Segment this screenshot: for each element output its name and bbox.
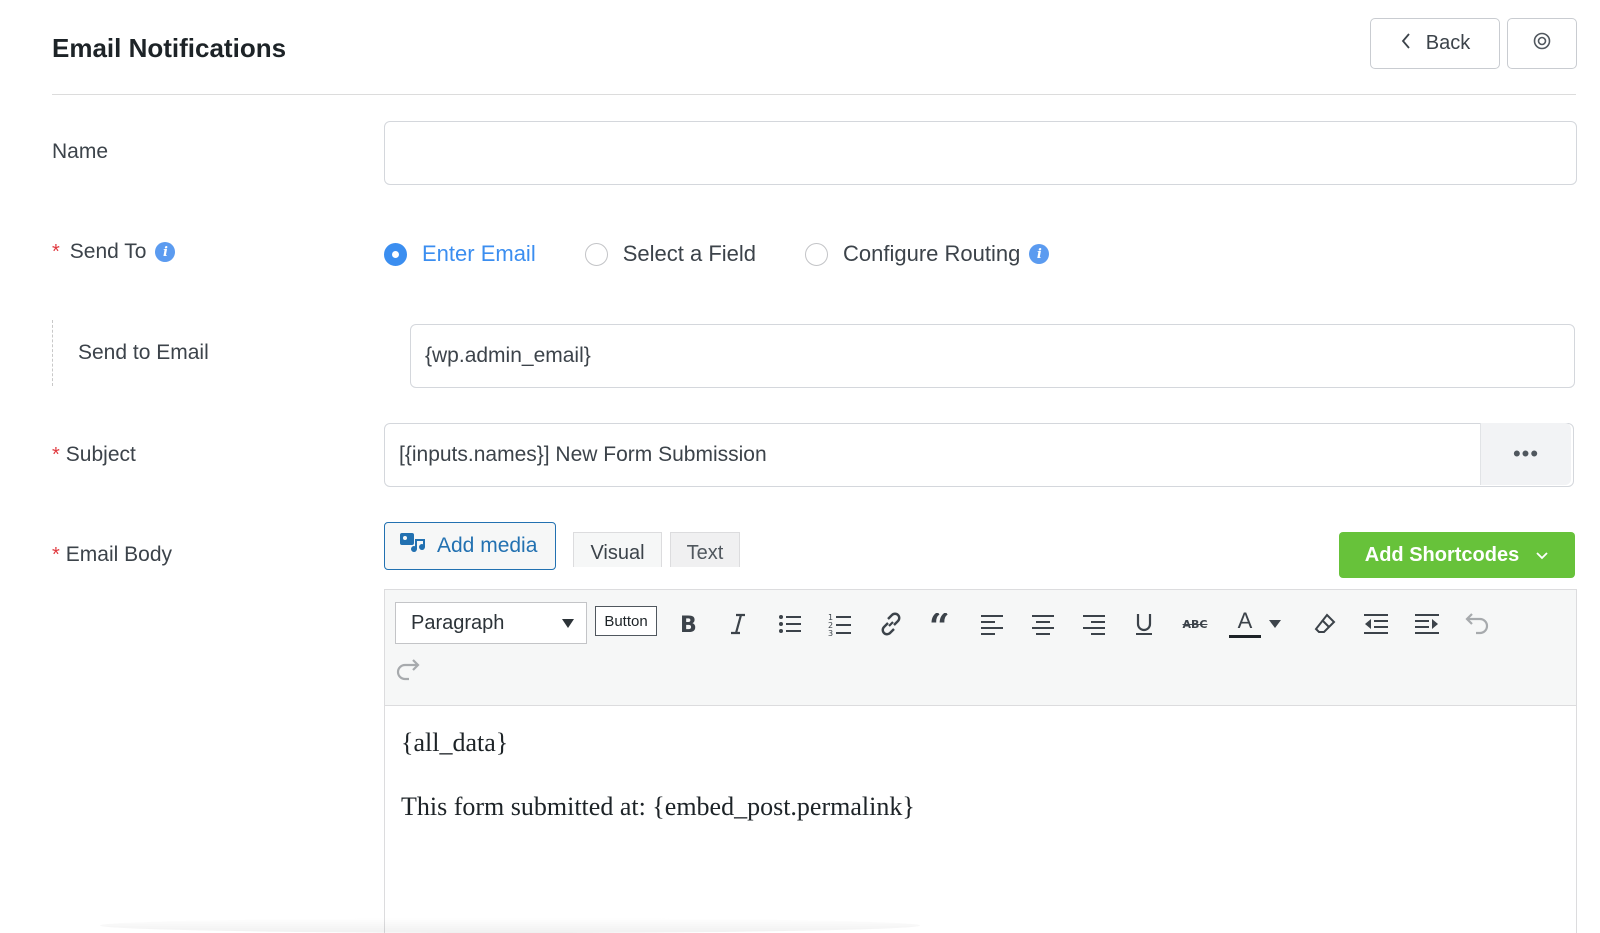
tab-visual[interactable]: Visual: [573, 532, 662, 567]
link-icon[interactable]: [871, 604, 911, 644]
radio-unchecked-icon: [584, 242, 608, 266]
editor-content[interactable]: {all_data} This form submitted at: {embe…: [401, 725, 915, 853]
add-media-button[interactable]: Add media: [384, 522, 556, 570]
settings-button[interactable]: [1507, 18, 1577, 69]
format-select-value: Paragraph: [411, 611, 505, 634]
outdent-icon[interactable]: [1356, 604, 1396, 644]
editor-toolbar: Paragraph Button B 123 “ ABC A: [385, 590, 1576, 706]
text-color-dropdown-icon[interactable]: [1263, 604, 1287, 644]
send-to-email-label-text: Send to Email: [78, 341, 209, 364]
clear-formatting-icon[interactable]: [1305, 604, 1345, 644]
subject-label-text: Subject: [65, 443, 136, 466]
required-marker: *: [52, 240, 60, 263]
add-shortcodes-label: Add Shortcodes: [1364, 543, 1520, 566]
name-label: Name: [52, 140, 108, 164]
settings-icon: [1532, 31, 1552, 56]
redo-icon[interactable]: [388, 650, 428, 690]
required-marker: *: [52, 543, 60, 566]
add-media-label: Add media: [437, 534, 538, 557]
insert-button-button[interactable]: Button: [595, 606, 657, 636]
radio-enter-email[interactable]: Enter Email: [384, 241, 536, 267]
add-shortcodes-button[interactable]: Add Shortcodes: [1339, 532, 1575, 578]
page-title: Email Notifications: [52, 33, 287, 63]
text-color-icon[interactable]: A: [1225, 604, 1265, 644]
text-color-letter: A: [1237, 608, 1253, 633]
back-button[interactable]: Back: [1370, 18, 1500, 69]
subject-more-button[interactable]: •••: [1480, 423, 1571, 485]
email-body-label-text: Email Body: [65, 543, 173, 566]
radio-select-field[interactable]: Select a Field: [584, 241, 757, 267]
add-media-icon: [399, 530, 427, 562]
undo-icon[interactable]: [1457, 604, 1497, 644]
radio-unchecked-icon: [805, 242, 829, 266]
strikethrough-icon[interactable]: ABC: [1175, 604, 1215, 644]
tab-text[interactable]: Text: [670, 532, 740, 567]
radio-label: Select a Field: [622, 241, 757, 266]
radio-checked-icon: [384, 242, 407, 266]
italic-icon[interactable]: [718, 604, 758, 644]
back-button-label: Back: [1425, 32, 1471, 54]
send-to-label: * Send To i: [52, 240, 176, 264]
align-center-icon[interactable]: [1023, 604, 1063, 644]
numbered-list-icon[interactable]: 123: [820, 604, 860, 644]
name-input[interactable]: [384, 121, 1577, 185]
indent-icon[interactable]: [1407, 604, 1447, 644]
send-to-email-input[interactable]: {wp.admin_email}: [410, 324, 1575, 388]
radio-label: Configure Routing: [843, 241, 1021, 266]
svg-text:B: B: [680, 613, 697, 636]
chevron-down-icon: [1535, 544, 1549, 567]
content-paragraph: This form submitted at: {embed_post.perm…: [401, 792, 915, 821]
format-select[interactable]: Paragraph: [395, 602, 587, 644]
underline-icon[interactable]: [1124, 604, 1164, 644]
align-right-icon[interactable]: [1074, 604, 1114, 644]
content-paragraph: {all_data}: [401, 728, 509, 757]
svg-text:3: 3: [828, 629, 833, 636]
rich-text-editor: Paragraph Button B 123 “ ABC A {all_data…: [384, 589, 1577, 933]
page-header: Email Notifications Back: [52, 0, 1577, 95]
email-body-label: * Email Body: [52, 543, 172, 567]
radio-label: Enter Email: [422, 241, 536, 266]
send-to-label-text: Send To: [69, 240, 147, 263]
info-icon[interactable]: i: [155, 242, 176, 262]
text-color-swatch: [1229, 635, 1261, 638]
send-to-options: Enter Email Select a Field Configure Rou…: [384, 234, 1050, 274]
required-marker: *: [52, 443, 60, 466]
subject-label: * Subject: [52, 443, 136, 467]
svg-text:“: “: [929, 613, 950, 635]
align-left-icon[interactable]: [972, 604, 1012, 644]
bold-icon[interactable]: B: [668, 604, 708, 644]
blockquote-icon[interactable]: “: [922, 604, 962, 644]
send-to-email-label: Send to Email: [78, 341, 209, 365]
name-label-text: Name: [52, 140, 109, 163]
subject-value: [{inputs.names}] New Form Submission: [399, 443, 767, 466]
radio-configure-routing[interactable]: Configure Routing i: [805, 241, 1050, 267]
caret-down-icon: [562, 619, 574, 628]
indent-divider: [52, 320, 53, 386]
info-icon[interactable]: i: [1029, 244, 1050, 264]
bullet-list-icon[interactable]: [770, 604, 810, 644]
subject-input[interactable]: [{inputs.names}] New Form Submission: [384, 423, 1574, 487]
chevron-left-icon: [1400, 32, 1412, 56]
bottom-shadow: [100, 918, 920, 933]
